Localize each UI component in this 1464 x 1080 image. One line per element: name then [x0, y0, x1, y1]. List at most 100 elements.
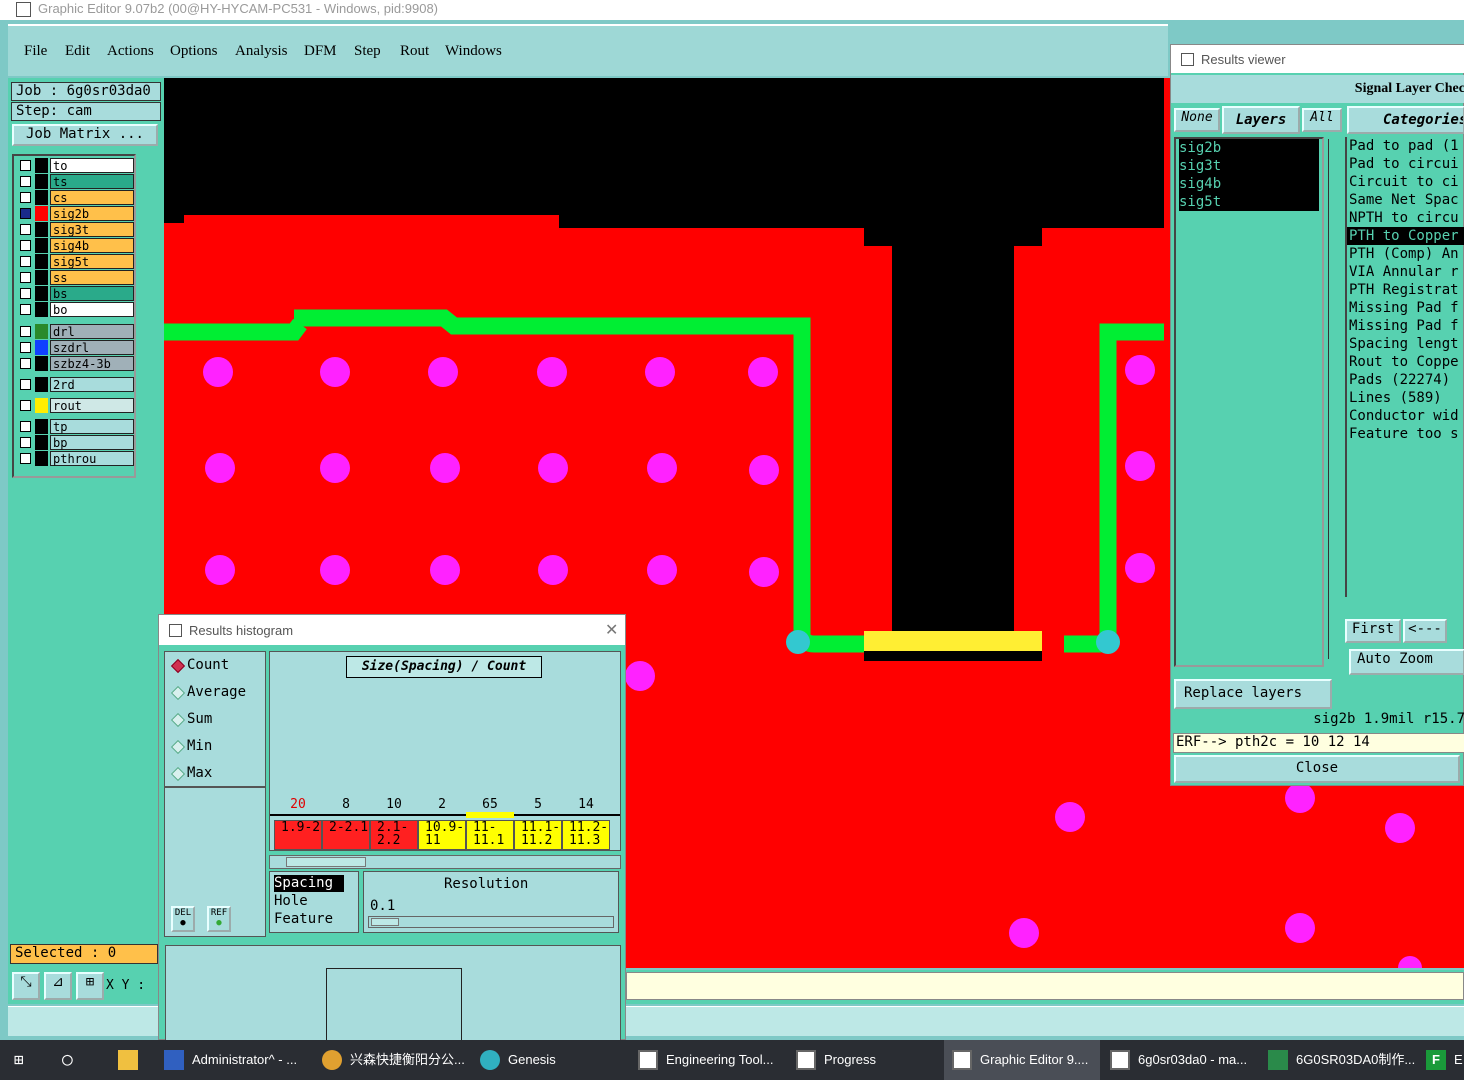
category-item[interactable]: PTH Registrat	[1347, 281, 1464, 299]
category-item[interactable]: VIA Annular r	[1347, 263, 1464, 281]
category-item[interactable]: Spacing lengt	[1347, 335, 1464, 353]
category-item[interactable]: Pads (22274)	[1347, 371, 1464, 389]
slider-thumb[interactable]	[371, 918, 399, 926]
category-item[interactable]: Missing Pad f	[1347, 317, 1464, 335]
category-item[interactable]: Lines (589)	[1347, 389, 1464, 407]
taskbar-item[interactable]: Genesis	[480, 1040, 626, 1080]
result-layer-item[interactable]: sig5t	[1179, 193, 1319, 211]
result-layer-item[interactable]: sig4b	[1179, 175, 1319, 193]
ref-button[interactable]: REF ●	[207, 906, 231, 932]
menu-step[interactable]: Step	[354, 43, 381, 60]
histogram-bin[interactable]: 1.9-2	[274, 820, 322, 850]
layer-checkbox[interactable]	[20, 256, 31, 267]
job-matrix-button[interactable]: Job Matrix ...	[12, 124, 158, 146]
layer-row-cs[interactable]: cs	[18, 190, 136, 205]
histogram-bin[interactable]: 11-11.1	[466, 820, 514, 850]
layer-checkbox[interactable]	[20, 288, 31, 299]
del-button[interactable]: DEL ●	[171, 906, 195, 932]
taskbar-item[interactable]: 6G0SR03DA0制作...	[1268, 1040, 1415, 1080]
histogram-scrollbar[interactable]	[269, 855, 621, 869]
menu-analysis[interactable]: Analysis	[235, 43, 288, 60]
category-item[interactable]: Rout to Coppe	[1347, 353, 1464, 371]
layer-checkbox[interactable]	[20, 224, 31, 235]
type-hole[interactable]: Hole	[274, 892, 358, 910]
scroll-thumb[interactable]	[286, 857, 366, 867]
category-item[interactable]: PTH to Copper	[1347, 227, 1464, 245]
type-spacing[interactable]: Spacing	[274, 875, 344, 892]
prev-button[interactable]: <---	[1403, 619, 1447, 643]
histogram-bin[interactable]: 10.9-11	[418, 820, 466, 850]
category-item[interactable]: Circuit to ci	[1347, 173, 1464, 191]
layer-row-sig5t[interactable]: sig5t	[18, 254, 136, 269]
layer-checkbox[interactable]	[20, 421, 31, 432]
layer-row-bo[interactable]: bo	[18, 302, 136, 317]
category-item[interactable]: Pad to pad (1	[1347, 137, 1464, 155]
auto-zoom-option[interactable]: Auto Zoom	[1349, 649, 1464, 675]
close-icon[interactable]: ✕	[605, 620, 618, 640]
layer-list-scrollbar[interactable]	[1328, 139, 1338, 659]
layer-checkbox[interactable]	[20, 208, 31, 219]
menu-windows[interactable]: Windows	[445, 43, 502, 60]
taskbar-item[interactable]: Progress	[796, 1040, 942, 1080]
category-item[interactable]: Feature too s	[1347, 425, 1464, 443]
replace-layers-option[interactable]: Replace layers	[1174, 679, 1332, 709]
menu-actions[interactable]: Actions	[107, 43, 154, 60]
layer-row-ts[interactable]: ts	[18, 174, 136, 189]
layer-checkbox[interactable]	[20, 437, 31, 448]
windows-start-icon[interactable]: ⊞	[14, 1052, 30, 1068]
layer-row-bs[interactable]: bs	[18, 286, 136, 301]
layer-row-sig3t[interactable]: sig3t	[18, 222, 136, 237]
coordinate-field[interactable]	[626, 972, 1464, 1000]
layer-row-sig4b[interactable]: sig4b	[18, 238, 136, 253]
categories-button[interactable]: Categories	[1347, 106, 1464, 134]
layer-checkbox[interactable]	[20, 304, 31, 315]
layer-checkbox[interactable]	[20, 176, 31, 187]
histogram-bin[interactable]: 2-2.1	[322, 820, 370, 850]
layers-button[interactable]: Layers	[1222, 106, 1300, 134]
taskbar-item[interactable]: FE	[1426, 1040, 1464, 1080]
category-item[interactable]: Same Net Spac	[1347, 191, 1464, 209]
layer-checkbox[interactable]	[20, 400, 31, 411]
mode-min-radio[interactable]: Min	[165, 733, 265, 760]
layer-row-tp[interactable]: tp	[18, 419, 136, 434]
layer-checkbox[interactable]	[20, 160, 31, 171]
layer-row-ss[interactable]: ss	[18, 270, 136, 285]
layer-checkbox[interactable]	[20, 342, 31, 353]
category-item[interactable]: NPTH to circu	[1347, 209, 1464, 227]
menu-edit[interactable]: Edit	[65, 43, 90, 60]
menu-rout[interactable]: Rout	[400, 43, 429, 60]
histogram-bin[interactable]: 2.1-2.2	[370, 820, 418, 850]
layer-row-to[interactable]: to	[18, 158, 136, 173]
file-explorer-icon[interactable]	[118, 1050, 138, 1070]
result-layer-item[interactable]: sig3t	[1179, 157, 1319, 175]
layer-row-szdrl[interactable]: szdrl	[18, 340, 136, 355]
first-button[interactable]: First	[1345, 619, 1401, 643]
layer-row-szbz4-3b[interactable]: szbz4-3b	[18, 356, 136, 371]
taskbar-item[interactable]: 6g0sr03da0 - ma...	[1110, 1040, 1256, 1080]
layer-checkbox[interactable]	[20, 240, 31, 251]
menu-file[interactable]: File	[24, 43, 47, 60]
taskbar-item-active[interactable]: Graphic Editor 9....	[944, 1040, 1100, 1080]
taskbar-item[interactable]: Engineering Tool...	[638, 1040, 784, 1080]
layer-row-pthrou[interactable]: pthrou	[18, 451, 136, 466]
histogram-bin[interactable]: 11.1-11.2	[514, 820, 562, 850]
category-item[interactable]: Missing Pad f	[1347, 299, 1464, 317]
layer-checkbox[interactable]	[20, 326, 31, 337]
search-icon[interactable]: ○	[62, 1050, 82, 1070]
measure-icon[interactable]: ⊿	[44, 972, 72, 1000]
mode-average-radio[interactable]: Average	[165, 679, 265, 706]
close-button[interactable]: Close	[1174, 755, 1460, 783]
menu-options[interactable]: Options	[170, 43, 218, 60]
layer-checkbox[interactable]	[20, 358, 31, 369]
type-feature[interactable]: Feature	[274, 910, 358, 928]
result-layer-item[interactable]: sig2b	[1179, 139, 1319, 157]
histogram-bin[interactable]: 11.2-11.3	[562, 820, 610, 850]
layer-checkbox[interactable]	[20, 379, 31, 390]
taskbar-item[interactable]: Administrator^ - ...	[164, 1040, 310, 1080]
resolution-slider[interactable]	[368, 916, 614, 928]
category-item[interactable]: Pad to circui	[1347, 155, 1464, 173]
layer-row-bp[interactable]: bp	[18, 435, 136, 450]
layer-row-rout[interactable]: rout	[18, 398, 136, 413]
category-item[interactable]: Conductor wid	[1347, 407, 1464, 425]
category-item[interactable]: PTH (Comp) An	[1347, 245, 1464, 263]
